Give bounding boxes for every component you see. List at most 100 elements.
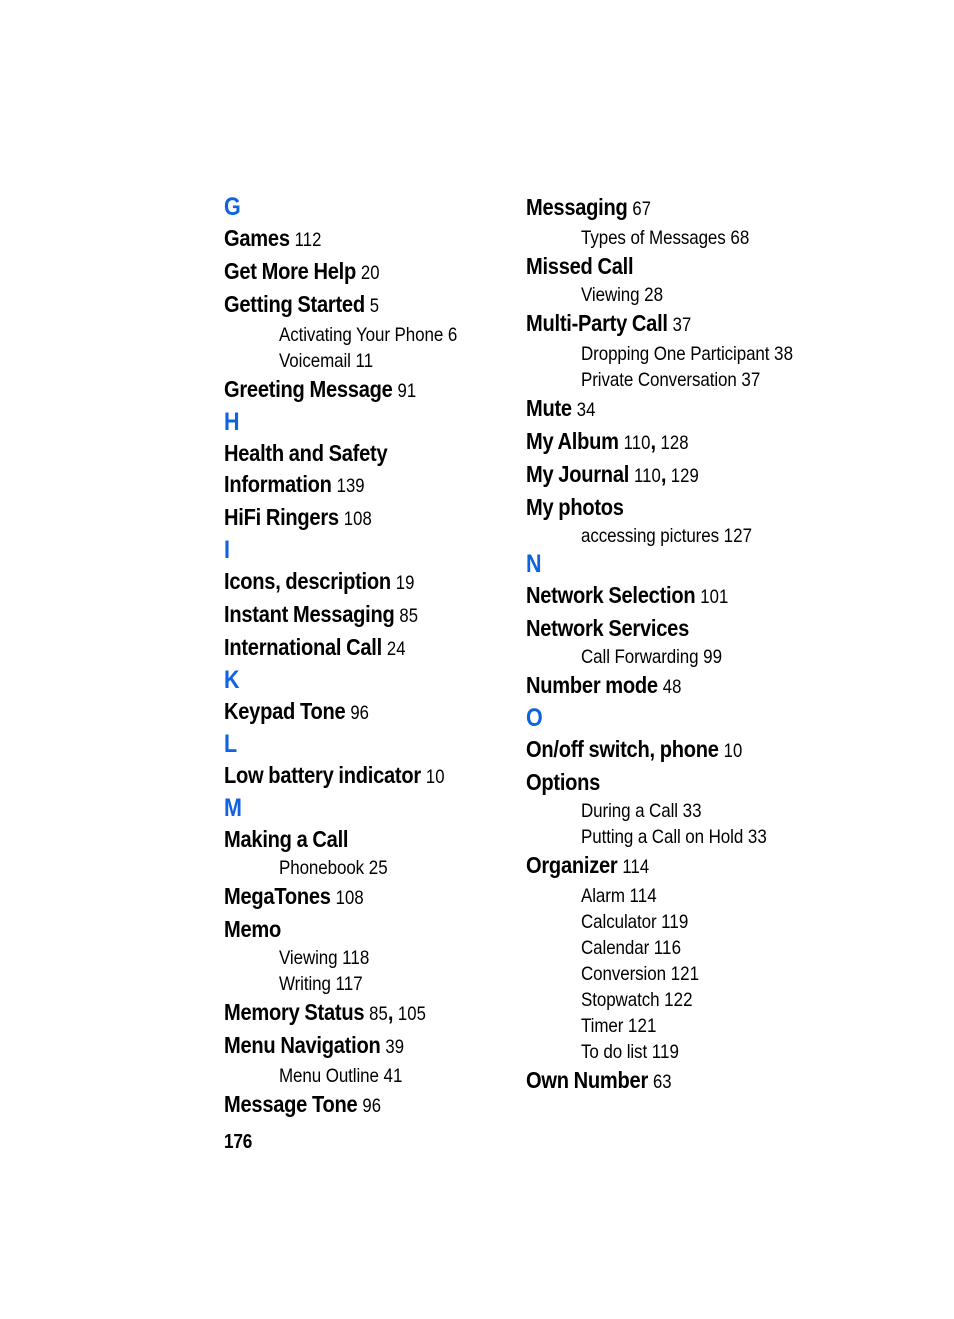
index-letter-heading: O [526,704,543,732]
index-subentry[interactable]: Viewing 118 [279,945,507,971]
index-subentry[interactable]: accessing pictures 127 [581,523,809,549]
index-subentry[interactable]: Writing 117 [279,971,507,997]
index-subentry[interactable]: Alarm 114 [581,883,809,909]
index-entry-term: Memo [224,916,282,942]
index-entry[interactable]: Missed Call [526,251,776,282]
index-subentry-term: Types of Messages [581,227,726,249]
index-entry[interactable]: Health and Safety Information 139 [224,438,474,502]
index-entry-pages: 91 [397,380,417,402]
index-subentry[interactable]: Phonebook 25 [279,855,507,881]
index-entry[interactable]: Options [526,767,776,798]
index-entry[interactable]: Menu Navigation 39 [224,1030,474,1063]
index-subentry-page: 6 [447,324,458,346]
index-subentry[interactable]: Calendar 116 [581,935,809,961]
index-subentry[interactable]: Call Forwarding 99 [581,644,809,670]
index-entry[interactable]: Messaging 67 [526,192,776,225]
index-entry[interactable]: Icons, description 19 [224,566,474,599]
index-subentry-page: 127 [723,525,753,547]
index-entry-term: On/off switch, phone [526,736,719,762]
index-entry-pages: 10 [723,740,743,762]
index-subentry[interactable]: During a Call 33 [581,798,809,824]
index-entry-term: Own Number [526,1067,649,1093]
index-entry-term: My Journal [526,461,630,487]
index-column-left: G Games 112 Get More Help 20 Getting Starte… [224,192,474,1122]
index-subentry[interactable]: Viewing 28 [581,282,809,308]
index-subentry[interactable]: Menu Outline 41 [279,1063,507,1089]
index-entry[interactable]: My photos [526,492,776,523]
index-entry-pages: 108 [335,887,364,909]
index-subentry-term: Dropping One Participant [581,343,770,365]
index-entry[interactable]: Memory Status 85, 105 [224,997,474,1030]
page-list-separator: , [650,428,657,454]
index-subentry-page: 118 [342,947,370,969]
index-subentry-page: 119 [651,1041,680,1063]
index-entry[interactable]: Get More Help 20 [224,256,474,289]
index-subentry-term: Putting a Call on Hold [581,826,744,848]
index-entry[interactable]: Organizer 114 [526,850,776,883]
index-subentry[interactable]: Voicemail 11 [279,348,507,374]
index-entry[interactable]: My Album 110, 128 [526,426,776,459]
index-entry[interactable]: Low battery indicator 10 [224,760,474,793]
index-letter-heading: L [224,730,237,758]
index-letter-heading: G [224,193,241,221]
index-entry[interactable]: Memo [224,914,474,945]
index-subentry-term: Voicemail [279,350,351,372]
index-entry[interactable]: On/off switch, phone 10 [526,734,776,767]
index-entry[interactable]: Number mode 48 [526,670,776,703]
index-entry[interactable]: Multi-Party Call 37 [526,308,776,341]
index-subentry-page: 121 [627,1015,657,1037]
index-subentry[interactable]: To do list 119 [581,1039,809,1065]
index-entry[interactable]: Making a Call [224,824,474,855]
index-subentry-page: 28 [644,284,664,306]
index-entry-pages: 37 [672,314,692,336]
index-entry[interactable]: Instant Messaging 85 [224,599,474,632]
index-entry-term: Number mode [526,672,658,698]
index-subentry[interactable]: Dropping One Participant 38 [581,341,809,367]
index-subentry[interactable]: Putting a Call on Hold 33 [581,824,809,850]
index-entry[interactable]: Games 112 [224,223,474,256]
index-entry-term: Mute [526,395,572,421]
index-entry-term: Missed Call [526,253,634,279]
index-entry[interactable]: MegaTones 108 [224,881,474,914]
index-entry-term: My Album [526,428,619,454]
index-entry[interactable]: Getting Started 5 [224,289,474,322]
index-entry-term: Multi-Party Call [526,310,668,336]
index-entry-term: Keypad Tone [224,698,346,724]
index-entry[interactable]: Own Number 63 [526,1065,776,1098]
index-subentry[interactable]: Calculator 119 [581,909,809,935]
index-entry-term: Network Services [526,615,689,641]
index-subentry[interactable]: Conversion 121 [581,961,809,987]
index-entry[interactable]: Network Selection 101 [526,580,776,613]
index-entry[interactable]: Message Tone 96 [224,1089,474,1122]
index-subentry[interactable]: Activating Your Phone 6 [279,322,507,348]
index-entry[interactable]: Keypad Tone 96 [224,696,474,729]
index-entry-term: Messaging [526,194,628,220]
index-subentry[interactable]: Timer 121 [581,1013,809,1039]
index-entry-term: Organizer [526,852,618,878]
index-entry-term: Greeting Message [224,376,393,402]
index-entry-term: Getting Started [224,291,365,317]
index-subentry-page: 38 [774,343,794,365]
index-entry[interactable]: Greeting Message 91 [224,374,474,407]
index-subentry-term: Phonebook [279,857,365,879]
index-subentry[interactable]: Stopwatch 122 [581,987,809,1013]
index-subentry[interactable]: Types of Messages 68 [581,225,809,251]
index-entry[interactable]: HiFi Ringers 108 [224,502,474,535]
index-entry[interactable]: International Call 24 [224,632,474,665]
index-subentry-page: 99 [703,646,723,668]
index-entry[interactable]: My Journal 110, 129 [526,459,776,492]
index-subentry[interactable]: Private Conversation 37 [581,367,809,393]
index-subentry-term: Private Conversation [581,369,737,391]
index-subentry-term: During a Call [581,800,678,822]
index-entry-pages: 101 [700,586,729,608]
index-page: G Games 112 Get More Help 20 Getting Starte… [0,0,954,1319]
index-subentry-term: Conversion [581,963,666,985]
index-entry-term: Making a Call [224,826,349,852]
index-entry-term: Instant Messaging [224,601,395,627]
index-entry-pages: 5 [369,295,380,317]
index-entry[interactable]: Network Services [526,613,776,644]
index-entry-term: MegaTones [224,883,331,909]
index-entry[interactable]: Mute 34 [526,393,776,426]
index-entry-term: Low battery indicator [224,762,421,788]
index-entry-term: Games [224,225,290,251]
